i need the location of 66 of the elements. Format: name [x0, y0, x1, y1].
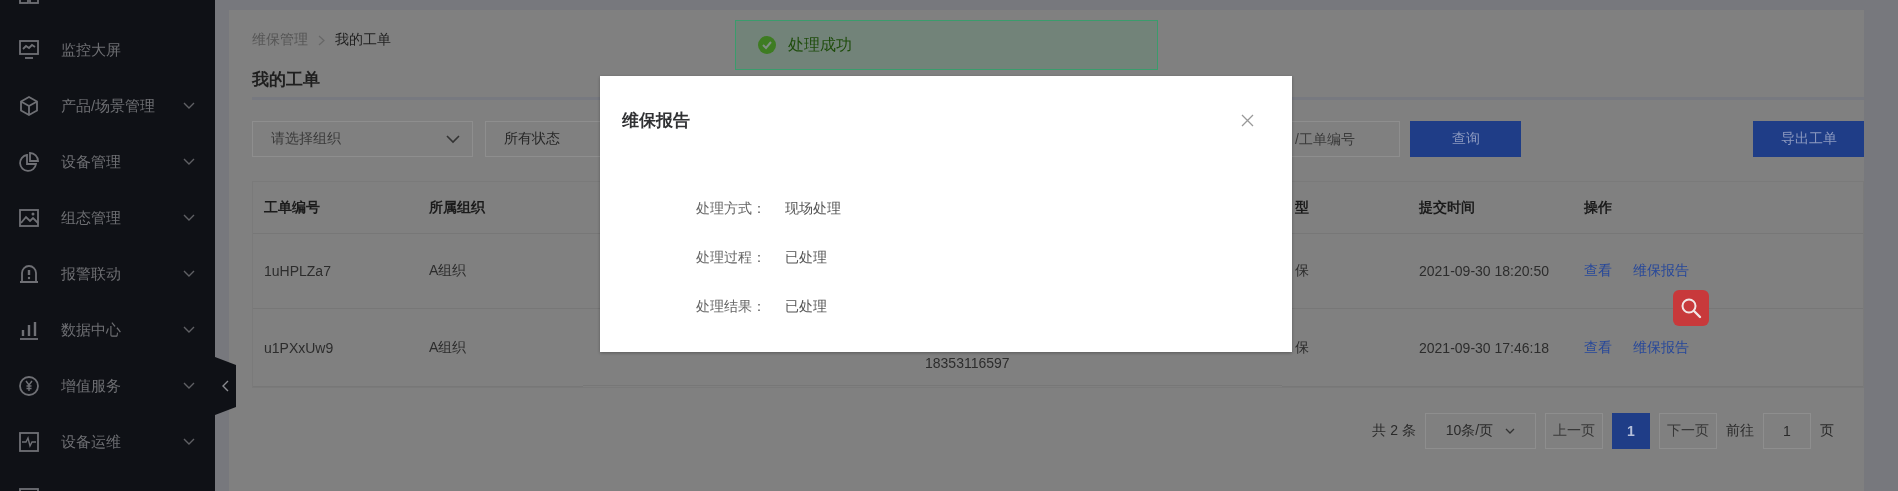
- toast-message: 处理成功: [788, 34, 852, 55]
- next-page-button[interactable]: 下一页: [1659, 413, 1717, 449]
- yen-coin-icon: [18, 375, 40, 397]
- field-value: 已处理: [785, 297, 828, 316]
- goto-label: 前往: [1726, 422, 1754, 440]
- collapse-handle-icon[interactable]: [215, 357, 236, 415]
- pie-chart-icon: [18, 151, 40, 173]
- search-icon: [1680, 297, 1702, 319]
- field-label: 处理结果：: [695, 297, 766, 316]
- total-count: 共 2 条: [1372, 422, 1416, 440]
- chevron-down-icon: [183, 102, 195, 110]
- breadcrumb-current: 我的工单: [335, 31, 391, 49]
- chevron-down-icon: [183, 158, 195, 166]
- sidebar-item[interactable]: 监控大屏: [0, 22, 215, 78]
- table-cell-text: 18353116597: [925, 354, 1010, 373]
- table-cell: A组织: [418, 309, 583, 387]
- field-label: 处理方式：: [695, 199, 766, 218]
- sidebar-item[interactable]: 设备运维: [0, 414, 215, 470]
- check-circle-icon: [758, 36, 776, 54]
- table-cell: 2021-09-30 18:20:50: [1408, 234, 1573, 309]
- query-button[interactable]: 查询: [1410, 121, 1521, 157]
- pulse-icon: [18, 431, 40, 453]
- chevron-right-icon: [318, 34, 325, 46]
- chevron-down-icon: [183, 326, 195, 334]
- sidebar-item[interactable]: 设备管理: [0, 134, 215, 190]
- search-field[interactable]: /工单编号: [1292, 121, 1400, 157]
- sidebar-item[interactable]: 组态管理: [0, 190, 215, 246]
- column-header: 所属组织: [418, 182, 583, 234]
- goto-page-field[interactable]: 1: [1763, 413, 1811, 449]
- table-cell: 2021-09-30 17:46:18: [1408, 309, 1573, 387]
- bar-chart-icon: [18, 319, 40, 341]
- column-header: 工单编号: [253, 182, 418, 234]
- chevron-down-icon: [446, 134, 460, 144]
- action-link[interactable]: 维保报告: [1633, 338, 1689, 357]
- sidebar-item[interactable]: 产品/场景管理: [0, 78, 215, 134]
- chevron-down-icon: [183, 382, 195, 390]
- table-cell: u1PXxUw9: [253, 309, 418, 387]
- alarm-icon: [18, 263, 40, 285]
- action-link[interactable]: 维保报告: [1633, 262, 1689, 280]
- close-icon: [1241, 113, 1254, 127]
- column-header: 操作: [1573, 182, 1863, 234]
- close-button[interactable]: [1241, 113, 1254, 127]
- monitor-icon: [18, 39, 40, 61]
- search-button[interactable]: [1673, 290, 1709, 326]
- field-value: 现场处理: [785, 199, 842, 218]
- chevron-down-icon: [1505, 428, 1516, 434]
- table-cell: 1uHPLZa7: [253, 234, 418, 309]
- page-size-select[interactable]: 10条/页: [1425, 413, 1536, 449]
- column-header: 提交时间: [1408, 182, 1573, 234]
- field-value: 已处理: [785, 248, 828, 267]
- image-icon: [18, 207, 40, 229]
- field-label: 处理过程：: [695, 248, 766, 267]
- action-link[interactable]: 查看: [1584, 338, 1612, 357]
- sidebar-item[interactable]: 增值服务: [0, 358, 215, 414]
- sidebar-item[interactable]: 数据中心: [0, 302, 215, 358]
- page-suffix: 页: [1820, 422, 1834, 440]
- organization-select[interactable]: 请选择组织: [252, 121, 473, 157]
- cube-icon: [18, 95, 40, 117]
- chevron-down-icon: [183, 214, 195, 222]
- sidebar-item[interactable]: 报警联动: [0, 246, 215, 302]
- table-cell: A组织: [418, 234, 583, 309]
- chevron-down-icon: [183, 270, 195, 278]
- export-button[interactable]: 导出工单: [1753, 121, 1864, 157]
- action-link[interactable]: 查看: [1584, 262, 1612, 280]
- chevron-down-icon: [183, 438, 195, 446]
- page-button[interactable]: 1: [1612, 413, 1650, 449]
